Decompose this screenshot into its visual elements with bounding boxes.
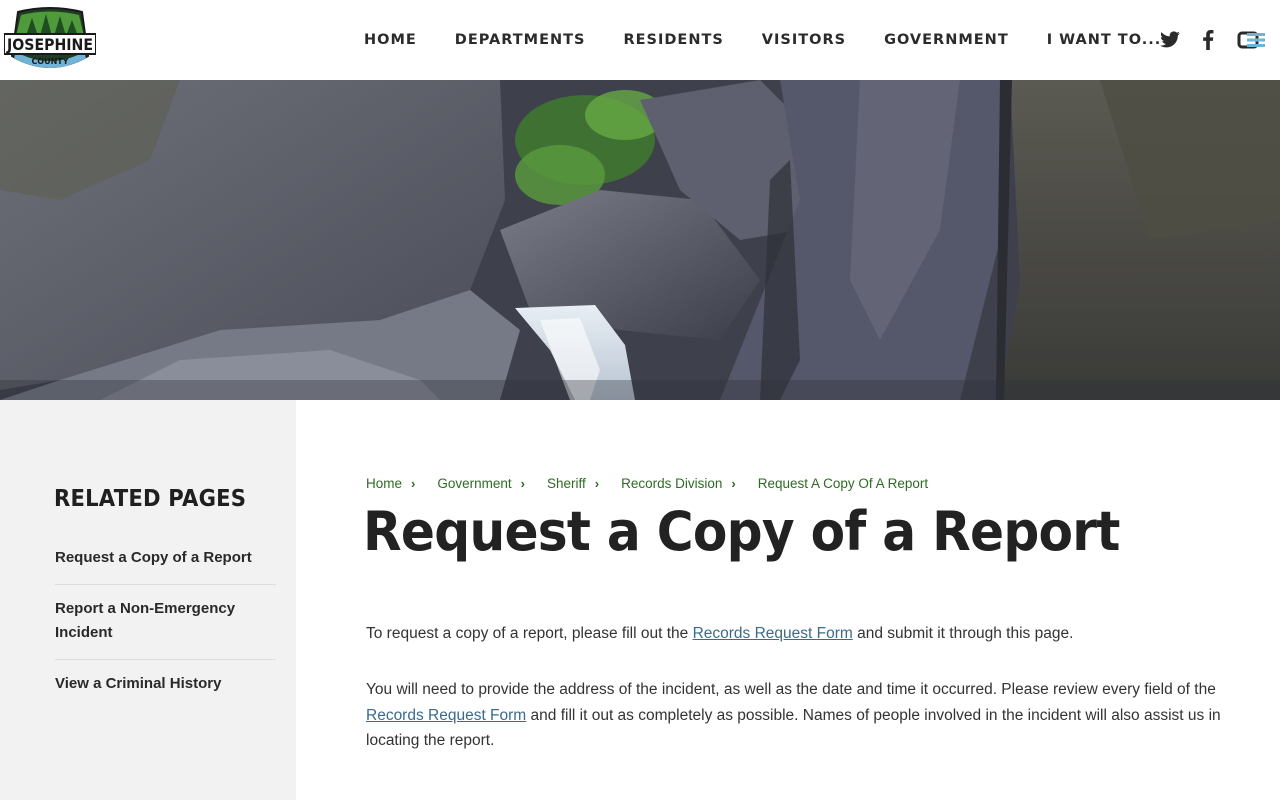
chevron-right-icon: ›	[520, 476, 525, 491]
related-link-non-emergency[interactable]: Report a Non-Emergency Incident	[55, 597, 276, 645]
list-item: View a Criminal History	[55, 660, 276, 710]
facebook-icon[interactable]	[1198, 28, 1218, 52]
records-request-form-link[interactable]: Records Request Form	[366, 707, 526, 724]
related-pages-list: Request a Copy of a Report Report a Non-…	[55, 534, 276, 710]
related-link-criminal-history[interactable]: View a Criminal History	[55, 672, 276, 696]
logo-text: JOSEPHINE	[6, 35, 93, 54]
nav-departments[interactable]: DEPARTMENTS	[455, 32, 586, 48]
related-pages-sidebar: RELATED PAGES Request a Copy of a Report…	[0, 400, 296, 800]
twitter-icon[interactable]	[1158, 28, 1182, 52]
nav-government[interactable]: GOVERNMENT	[884, 32, 1009, 48]
list-item: Request a Copy of a Report	[55, 534, 276, 585]
nav-home[interactable]: HOME	[364, 32, 417, 48]
main-nav: HOME DEPARTMENTS RESIDENTS VISITORS GOVE…	[364, 0, 1161, 80]
paragraph-text: and submit it through this page.	[852, 625, 1074, 642]
list-item: Report a Non-Emergency Incident	[55, 585, 276, 660]
breadcrumb-home[interactable]: Home	[366, 476, 402, 491]
related-link-request-copy[interactable]: Request a Copy of a Report	[55, 546, 276, 570]
logo-subtext: COUNTY	[31, 57, 68, 66]
chevron-right-icon: ›	[411, 476, 416, 491]
chevron-right-icon: ›	[731, 476, 736, 491]
paragraph-text: To request a copy of a report, please fi…	[366, 625, 693, 642]
paragraph-text: You will need to provide the address of …	[366, 681, 1216, 698]
nav-residents[interactable]: RESIDENTS	[623, 32, 723, 48]
related-pages-heading: RELATED PAGES	[54, 486, 247, 512]
breadcrumb-sheriff[interactable]: Sheriff	[547, 476, 586, 491]
menu-icon[interactable]	[1236, 28, 1268, 52]
records-request-form-link[interactable]: Records Request Form	[693, 625, 853, 642]
breadcrumb-records-division[interactable]: Records Division	[621, 476, 722, 491]
site-header: JOSEPHINE COUNTY HOME DEPARTMENTS RESIDE…	[0, 0, 1280, 80]
nav-visitors[interactable]: VISITORS	[762, 32, 846, 48]
hero-image	[0, 80, 1280, 400]
breadcrumb-government[interactable]: Government	[437, 476, 511, 491]
chevron-right-icon: ›	[594, 476, 600, 491]
page-title: Request a Copy of a Report	[363, 500, 1120, 563]
breadcrumb-current[interactable]: Request A Copy Of A Report	[758, 476, 928, 491]
josephine-county-logo[interactable]: JOSEPHINE COUNTY	[3, 6, 97, 74]
intro-paragraph: To request a copy of a report, please fi…	[366, 621, 1236, 647]
breadcrumb: Home › Government › Sheriff › Records Di…	[366, 476, 928, 491]
nav-i-want-to[interactable]: I WANT TO...	[1047, 32, 1162, 48]
details-paragraph: You will need to provide the address of …	[366, 677, 1236, 754]
